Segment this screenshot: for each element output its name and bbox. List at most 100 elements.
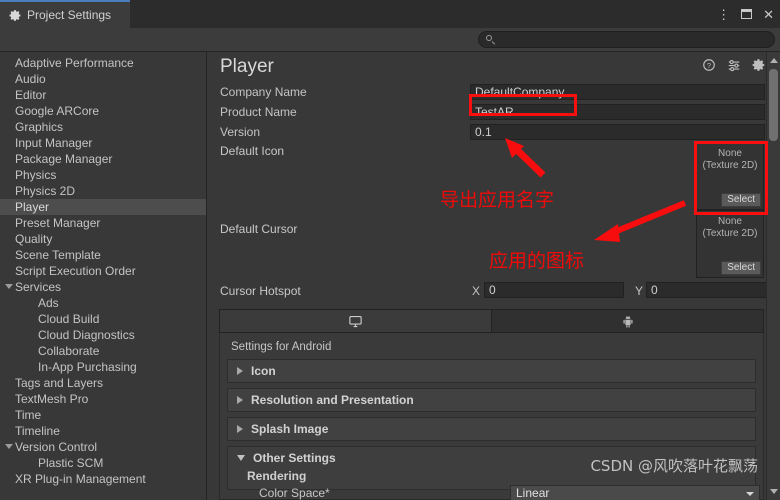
label-default-icon: Default Icon [220,144,285,158]
chevron-down-icon[interactable] [5,284,13,289]
sidebar-item-services[interactable]: Services [0,279,206,295]
sidebar-item-label: Package Manager [15,152,113,166]
sidebar-item-editor[interactable]: Editor [0,87,206,103]
svg-text:?: ? [707,61,711,70]
sidebar-item-preset-manager[interactable]: Preset Manager [0,215,206,231]
sidebar-item-scene-template[interactable]: Scene Template [0,247,206,263]
panel-header-icons: ? [702,58,766,72]
sidebar-item-graphics[interactable]: Graphics [0,119,206,135]
sidebar-item-xr-plug-in-management[interactable]: XR Plug-in Management [0,471,206,487]
sidebar-item-label: Tags and Layers [15,376,104,390]
label-cursor-hotspot: Cursor Hotspot [220,284,301,298]
default-icon-select-button[interactable]: Select [721,193,761,207]
sidebar-item-label: Cloud Build [38,312,100,326]
sidebar-item-physics[interactable]: Physics [0,167,206,183]
sidebar-item-label: In-App Purchasing [38,360,137,374]
foldout-icon-label: Icon [251,364,276,378]
foldout-resolution-and-presentation[interactable]: Resolution and Presentation [227,388,756,412]
sidebar-item-version-control[interactable]: Version Control [0,439,206,455]
version-input[interactable] [470,124,765,140]
close-icon[interactable]: ✕ [763,8,774,21]
sidebar-item-label: Time [15,408,42,422]
sidebar-item-time[interactable]: Time [0,407,206,423]
field-row-version: Version [208,122,780,142]
cursor-hotspot-y-input[interactable] [646,282,780,298]
scroll-down-icon[interactable] [770,489,778,494]
sidebar-item-label: Script Execution Order [15,264,136,278]
label-hotspot-y: Y [635,284,644,298]
main-scrollbar[interactable] [766,52,780,500]
sidebar-item-adaptive-performance[interactable]: Adaptive Performance [0,55,206,71]
foldout-icon[interactable]: Icon [227,359,756,383]
sidebar-item-audio[interactable]: Audio [0,71,206,87]
sidebar-item-quality[interactable]: Quality [0,231,206,247]
sidebar-item-google-arcore[interactable]: Google ARCore [0,103,206,119]
sidebar-item-script-execution-order[interactable]: Script Execution Order [0,263,206,279]
chevron-right-icon [237,425,243,433]
sidebar-item-plastic-scm[interactable]: Plastic SCM [0,455,206,471]
platform-tab-standalone[interactable] [220,310,492,332]
platform-tab-android[interactable] [492,310,763,332]
company-name-input[interactable] [470,84,765,100]
foldout-other-settings-label: Other Settings [253,451,336,465]
default-cursor-none-line2: (Texture 2D) [702,228,758,239]
maximize-icon[interactable] [741,9,753,19]
chevron-down-icon[interactable] [5,444,13,449]
tab-project-settings[interactable]: Project Settings [0,0,130,28]
foldout-splash-image[interactable]: Splash Image [227,417,756,441]
platform-tab-bar [219,309,764,333]
label-hotspot-x: X [472,284,481,298]
kebab-menu-icon[interactable]: ⋮ [717,8,730,21]
label-product-name: Product Name [220,105,297,119]
default-icon-none-line1: None [718,148,742,159]
label-default-cursor: Default Cursor [220,222,298,236]
sidebar-item-label: Cloud Diagnostics [38,328,135,342]
sidebar-item-label: Plastic SCM [38,456,104,470]
default-cursor-select-button[interactable]: Select [721,261,761,275]
sidebar-item-player[interactable]: Player [0,199,206,215]
help-icon[interactable]: ? [702,58,716,72]
chevron-right-icon [237,396,243,404]
default-cursor-slot[interactable]: None (Texture 2D) Select [696,210,764,278]
platform-settings-box: Settings for Android Icon Resolution and… [219,333,764,500]
sidebar-item-input-manager[interactable]: Input Manager [0,135,206,151]
scrollbar-thumb[interactable] [769,69,778,141]
settings-for-label: Settings for Android [231,341,332,353]
sidebar-item-cloud-build[interactable]: Cloud Build [0,311,206,327]
product-name-input[interactable] [470,104,765,120]
sidebar-item-cloud-diagnostics[interactable]: Cloud Diagnostics [0,327,206,343]
sidebar-item-ads[interactable]: Ads [0,295,206,311]
window-controls: ⋮ ✕ [717,0,774,28]
sidebar-item-label: Quality [15,232,53,246]
sidebar-item-label: Timeline [15,424,60,438]
sidebar-item-in-app-purchasing[interactable]: In-App Purchasing [0,359,206,375]
sidebar-item-label: Services [15,280,62,294]
cursor-hotspot-x-input[interactable] [484,282,624,298]
sidebar-item-label: Graphics [15,120,64,134]
sidebar-item-collaborate[interactable]: Collaborate [0,343,206,359]
sidebar-item-label: Player [15,200,50,214]
default-icon-none-line2: (Texture 2D) [702,160,758,171]
label-company-name: Company Name [220,85,307,99]
color-space-label: Color Space* [259,486,330,500]
foldout-other-settings[interactable]: Other Settings Rendering Color Space* [227,446,756,500]
gear-icon [9,9,21,21]
scroll-up-icon[interactable] [770,58,778,63]
foldout-splash-label: Splash Image [251,422,329,436]
project-settings-window: Project Settings ⋮ ✕ Adaptive Performanc… [0,0,780,500]
preset-icon[interactable] [727,58,741,72]
field-row-company-name: Company Name [208,82,780,102]
sidebar-item-tags-and-layers[interactable]: Tags and Layers [0,375,206,391]
sidebar-item-timeline[interactable]: Timeline [0,423,206,439]
search-input[interactable] [495,33,774,46]
search-box[interactable] [478,31,775,48]
sidebar-item-package-manager[interactable]: Package Manager [0,151,206,167]
gear-icon[interactable] [752,58,766,72]
default-icon-slot[interactable]: None (Texture 2D) Select [696,142,764,210]
sidebar-item-textmesh-pro[interactable]: TextMesh Pro [0,391,206,407]
sidebar-item-physics-2d[interactable]: Physics 2D [0,183,206,199]
search-toolbar [0,28,780,52]
color-space-dropdown[interactable]: Linear [510,485,760,500]
sidebar-item-label: Preset Manager [15,216,101,230]
settings-sidebar[interactable]: Adaptive Performance Audio Editor Google AR… [0,52,207,500]
